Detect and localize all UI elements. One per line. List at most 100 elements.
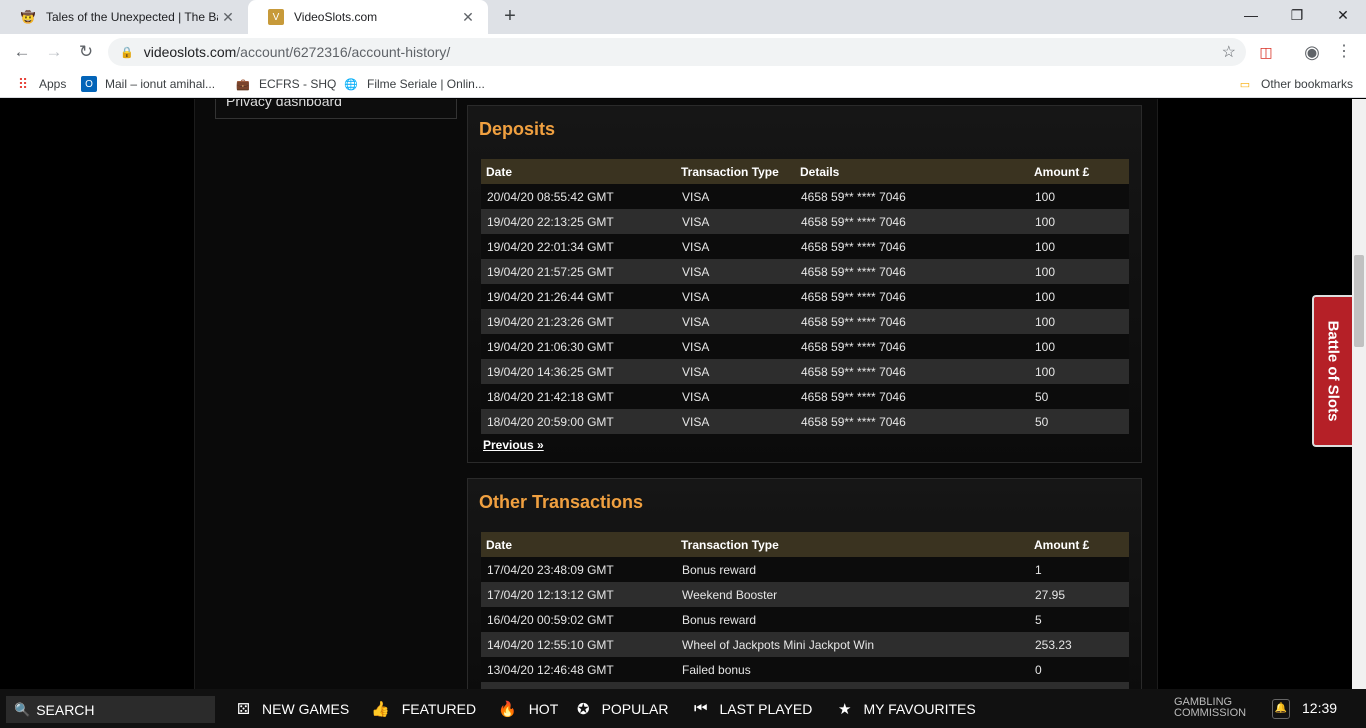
tab-title: Tales of the Unexpected | The Bar	[46, 10, 218, 24]
table-cell: 4658 59** **** 7046	[795, 359, 1029, 384]
bookmark-label: ECFRS - SHQ	[259, 77, 337, 91]
table-cell: 16/04/20 00:59:02 GMT	[481, 607, 676, 632]
lock-icon: 🔒	[120, 46, 134, 59]
close-window-button[interactable]: ✕	[1320, 0, 1366, 30]
tab-videoslots[interactable]: V VideoSlots.com ✕	[248, 0, 488, 34]
table-cell: VISA	[676, 309, 795, 334]
notification-bell-icon[interactable]: 🔔	[1272, 699, 1290, 719]
search-button[interactable]: 🔍 SEARCH	[6, 696, 215, 723]
new-tab-button[interactable]: +	[498, 4, 522, 28]
thumbs-up-icon: 👍	[371, 700, 390, 718]
nav-popular[interactable]: ✪ POPULAR	[577, 689, 669, 728]
bookmark-star-icon[interactable]: ☆	[1222, 42, 1236, 62]
deposits-title: Deposits	[479, 119, 556, 139]
nav-label: FEATURED	[401, 700, 477, 717]
table-cell: 19/04/20 22:13:25 GMT	[481, 209, 676, 234]
table-cell: 19/04/20 21:57:25 GMT	[481, 259, 676, 284]
table-cell: 19/04/20 22:01:34 GMT	[481, 234, 676, 259]
tab-tales-of-the-unexpected[interactable]: 🤠 Tales of the Unexpected | The Bar ✕	[0, 0, 248, 34]
gc-line-2: COMMISSION	[1174, 707, 1247, 719]
nav-label: NEW GAMES	[262, 700, 350, 717]
table-cell: Weekend Booster	[676, 682, 1029, 689]
apps-grid-icon: ⠿	[17, 75, 29, 92]
gambling-commission-logo[interactable]: GAMBLING COMMISSION	[1174, 697, 1246, 719]
rewind-icon: ⏮	[694, 700, 708, 717]
table-row: 13/04/20 12:46:48 GMT Failed bonus 0	[481, 657, 1129, 682]
table-cell: 14/04/20 12:55:10 GMT	[481, 632, 676, 657]
bookmark-label: Other bookmarks	[1261, 77, 1354, 91]
nav-my-favourites[interactable]: ★ MY FAVOURITES	[838, 689, 976, 728]
table-header-row: Date Transaction Type Amount £	[481, 532, 1129, 557]
browser-toolbar: ← → ↻ 🔒 videoslots.com/account/6272316/a…	[0, 34, 1366, 70]
table-row: 12/04/20 13:14:03 GMTWeekend Booster4.60	[481, 682, 1129, 689]
column-header-date: Date	[481, 532, 676, 557]
close-icon[interactable]: ✕	[458, 9, 478, 26]
forward-button[interactable]: →	[40, 38, 68, 66]
nav-hot[interactable]: 🔥 HOT	[498, 689, 558, 728]
table-cell: 20/04/20 08:55:42 GMT	[481, 184, 676, 209]
table-cell: 100	[1029, 234, 1129, 259]
dice-icon: ⚄	[237, 700, 251, 718]
close-icon[interactable]: ✕	[218, 9, 238, 26]
bookmark-mail[interactable]: O Mail – ionut amihal...	[81, 70, 215, 98]
sidebar-privacy-dashboard[interactable]: Privacy dashboard	[215, 99, 457, 119]
page-scrollbar[interactable]	[1352, 99, 1366, 689]
table-cell: Weekend Booster	[676, 582, 1029, 607]
table-cell: 4658 59** **** 7046	[795, 409, 1029, 434]
nav-new-games[interactable]: ⚄ NEW GAMES	[237, 689, 349, 728]
nav-label: LAST PLAYED	[719, 700, 813, 717]
table-cell: 19/04/20 21:06:30 GMT	[481, 334, 676, 359]
table-cell: Wheel of Jackpots Mini Jackpot Win	[676, 632, 1029, 657]
nav-featured[interactable]: 👍 FEATURED	[371, 689, 476, 728]
bookmark-filme[interactable]: 🌐 Filme Seriale | Onlin...	[343, 70, 485, 98]
table-cell: 4658 59** **** 7046	[795, 284, 1029, 309]
outlook-icon: O	[81, 76, 97, 92]
nav-label: MY FAVOURITES	[863, 700, 976, 717]
column-header-amount: Amount £	[1029, 159, 1129, 184]
reload-button[interactable]: ↻	[72, 38, 100, 66]
previous-link[interactable]: Previous »	[483, 438, 544, 452]
table-cell: 18/04/20 20:59:00 GMT	[481, 409, 676, 434]
nav-last-played[interactable]: ⏮ LAST PLAYED	[694, 689, 812, 728]
table-cell: 4658 59** **** 7046	[795, 384, 1029, 409]
bookmark-apps[interactable]: ⠿ Apps	[15, 70, 67, 98]
column-header-transaction-type: Transaction Type	[676, 159, 795, 184]
table-cell: 17/04/20 12:13:12 GMT	[481, 582, 676, 607]
pocket-extension-icon[interactable]: ◫	[1256, 42, 1276, 62]
bookmark-ecfrs[interactable]: 💼 ECFRS - SHQ	[235, 70, 336, 98]
table-cell: 253.23	[1029, 632, 1129, 657]
restore-button[interactable]: ❐	[1274, 0, 1320, 30]
tab-title: VideoSlots.com	[294, 10, 378, 24]
table-cell: 4658 59** **** 7046	[795, 209, 1029, 234]
menu-kebab-icon[interactable]: ⋮	[1334, 42, 1354, 62]
other-bookmarks[interactable]: ▭ Other bookmarks	[1237, 70, 1353, 98]
table-row: 16/04/20 00:59:02 GMT Bonus reward 5	[481, 607, 1129, 632]
minimize-button[interactable]: —	[1228, 0, 1274, 30]
table-row: 19/04/20 22:01:34 GMT VISA 4658 59** **** …	[481, 234, 1129, 259]
table-cell: 0	[1029, 657, 1129, 682]
tab-strip: 🤠 Tales of the Unexpected | The Bar ✕ V …	[0, 0, 1366, 34]
table-cell: 27.95	[1029, 582, 1129, 607]
table-cell: 4658 59** **** 7046	[795, 184, 1029, 209]
other-transactions-title: Other Transactions	[479, 492, 644, 512]
table-cell: 19/04/20 21:26:44 GMT	[481, 284, 676, 309]
globe-icon: 🌐	[344, 78, 358, 91]
battle-of-slots-tab[interactable]: Battle of Slots	[1312, 295, 1352, 447]
star-icon: ★	[838, 700, 852, 718]
search-label: SEARCH	[36, 701, 95, 718]
profile-avatar-icon[interactable]: ◉	[1302, 42, 1322, 62]
table-cell: VISA	[676, 184, 795, 209]
address-bar[interactable]: 🔒 videoslots.com/account/6272316/account…	[108, 38, 1246, 66]
column-header-date: Date	[481, 159, 676, 184]
flame-icon: 🔥	[498, 700, 517, 718]
table-cell: VISA	[676, 409, 795, 434]
table-cell: 4658 59** **** 7046	[795, 334, 1029, 359]
table-cell: 18/04/20 21:42:18 GMT	[481, 384, 676, 409]
table-cell: 13/04/20 12:46:48 GMT	[481, 657, 676, 682]
scrollbar-thumb[interactable]	[1354, 255, 1364, 347]
back-button[interactable]: ←	[8, 38, 36, 66]
folder-icon: ▭	[1239, 78, 1251, 91]
table-row: 18/04/20 21:42:18 GMT VISA 4658 59** **** …	[481, 384, 1129, 409]
table-cell: Bonus reward	[676, 607, 1029, 632]
table-cell: 100	[1029, 184, 1129, 209]
